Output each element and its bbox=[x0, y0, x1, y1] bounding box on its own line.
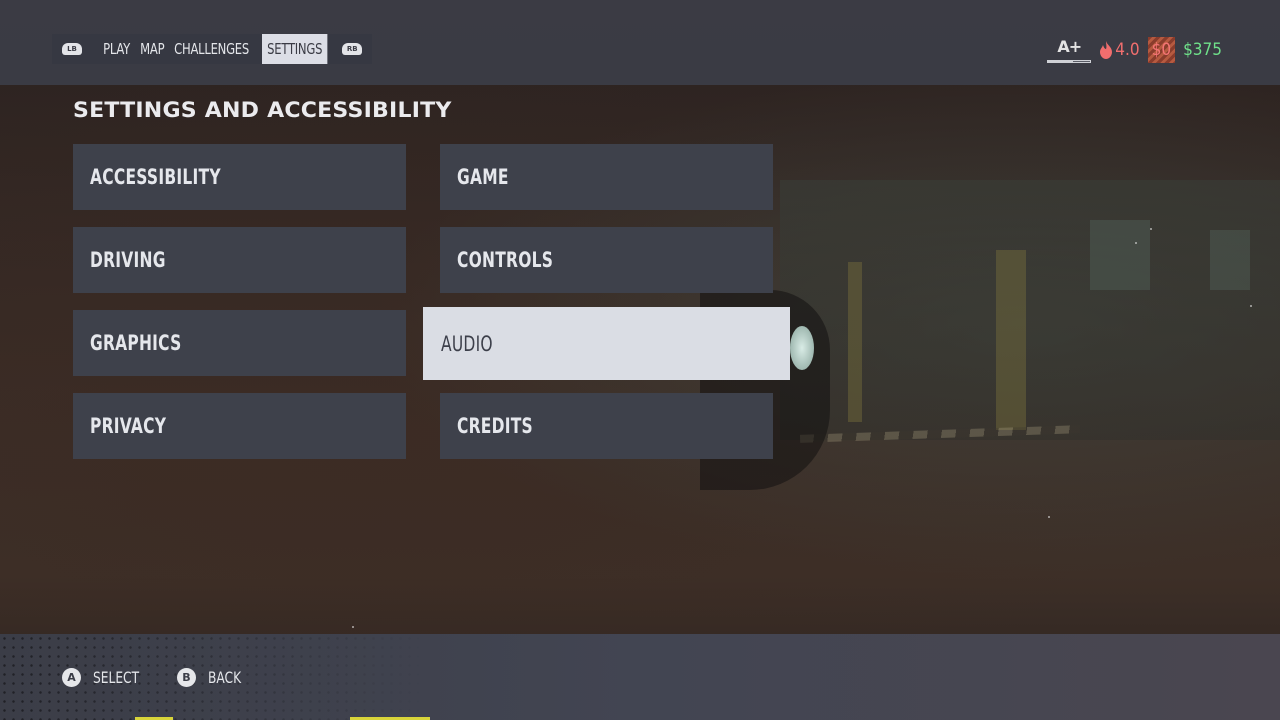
background-speck bbox=[1135, 242, 1137, 244]
bounty-value: $0 bbox=[1147, 37, 1176, 63]
menu-item-privacy[interactable]: PRIVACY bbox=[73, 393, 406, 459]
tab-challenges[interactable]: CHALLENGES bbox=[169, 34, 254, 64]
menu-item-label: CONTROLS bbox=[457, 248, 554, 272]
menu-item-driving[interactable]: DRIVING bbox=[73, 227, 406, 293]
lb-icon: LB bbox=[62, 43, 82, 55]
rank-progress-fill bbox=[1048, 61, 1074, 62]
tab-map[interactable]: MAP bbox=[135, 34, 170, 64]
background-post bbox=[996, 250, 1026, 430]
main-nav: LB PLAY MAP CHALLENGES SETTINGS RB bbox=[52, 34, 373, 64]
background-speck bbox=[1048, 516, 1050, 518]
menu-item-label: AUDIO bbox=[441, 331, 493, 356]
hint-back[interactable]: B BACK bbox=[177, 668, 247, 687]
menu-item-controls[interactable]: CONTROLS bbox=[440, 227, 773, 293]
flame-icon bbox=[1100, 41, 1113, 59]
b-button-icon: B bbox=[177, 668, 196, 687]
menu-item-label: CREDITS bbox=[457, 414, 533, 438]
tab-play[interactable]: PLAY bbox=[98, 34, 135, 64]
menu-item-audio[interactable]: AUDIO bbox=[423, 307, 790, 380]
bottom-bar: A SELECT B BACK bbox=[0, 634, 1280, 720]
tab-settings[interactable]: SETTINGS bbox=[262, 34, 328, 64]
rank-badge: A+ bbox=[1047, 37, 1092, 63]
menu-item-credits[interactable]: CREDITS bbox=[440, 393, 773, 459]
nav-tabs: PLAY MAP CHALLENGES SETTINGS bbox=[92, 34, 332, 64]
heat-value: 4.0 bbox=[1115, 40, 1140, 60]
menu-item-accessibility[interactable]: ACCESSIBILITY bbox=[73, 144, 406, 210]
player-status: A+ 4.0 $0 $375 bbox=[1047, 36, 1222, 64]
rank-progress-bar bbox=[1047, 60, 1092, 63]
hint-label: BACK bbox=[208, 668, 242, 687]
hint-select[interactable]: A SELECT bbox=[62, 668, 147, 687]
rb-icon: RB bbox=[342, 43, 363, 55]
menu-item-label: GAME bbox=[457, 165, 509, 189]
menu-item-label: ACCESSIBILITY bbox=[90, 165, 221, 189]
background-headlight bbox=[790, 326, 814, 370]
menu-item-label: DRIVING bbox=[90, 248, 166, 272]
background-speck bbox=[1250, 305, 1252, 307]
page-title: SETTINGS AND ACCESSIBILITY bbox=[73, 98, 452, 122]
left-bumper-button[interactable]: LB bbox=[52, 34, 92, 64]
cash-value: $375 bbox=[1183, 40, 1222, 60]
background-window bbox=[1090, 220, 1150, 290]
top-bar: LB PLAY MAP CHALLENGES SETTINGS RB A+ 4.… bbox=[0, 0, 1280, 85]
rank-value: A+ bbox=[1057, 37, 1082, 56]
heat-level: 4.0 bbox=[1099, 40, 1140, 60]
menu-item-game[interactable]: GAME bbox=[440, 144, 773, 210]
menu-item-graphics[interactable]: GRAPHICS bbox=[73, 310, 406, 376]
menu-item-label: PRIVACY bbox=[90, 414, 167, 438]
menu-item-label: GRAPHICS bbox=[90, 331, 182, 355]
background-post bbox=[848, 262, 862, 422]
background-window bbox=[1210, 230, 1250, 290]
a-button-icon: A bbox=[62, 668, 81, 687]
background-speck bbox=[1150, 228, 1152, 230]
right-bumper-button[interactable]: RB bbox=[332, 34, 372, 64]
background-speck bbox=[352, 626, 354, 628]
hint-label: SELECT bbox=[93, 668, 140, 687]
